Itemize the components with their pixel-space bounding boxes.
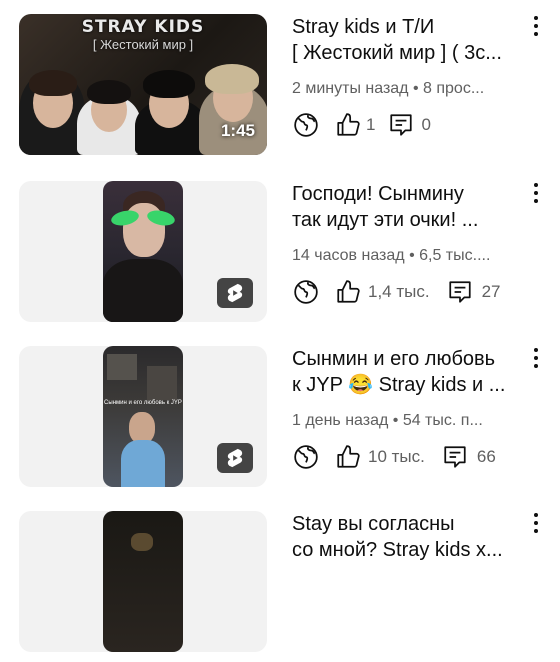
video-item[interactable]: STRAY KIDS [ Жестокий мир ] 1:45 Stray k… [0,0,560,165]
video-title[interactable]: Господи! Сынмину так идут эти очки! ... [292,181,524,233]
thumbnail-title: STRAY KIDS [81,17,205,37]
thumbnail-figure [121,440,165,487]
comment-icon[interactable] [446,278,474,306]
video-meta: 2 минуты назад • 8 прос... [292,80,485,97]
video-meta: 1 день назад • 54 тыс. п... [292,412,483,429]
globe-icon [292,278,320,306]
more-vert-icon[interactable] [528,181,544,205]
like-count: 1,4 тыс. [368,282,430,301]
video-title-line: к JYP 😂 Stray kids и ... [292,374,506,396]
like-count: 10 тыс. [368,447,425,466]
thumbnail-hair [205,64,259,94]
thumbnail-light [131,533,153,551]
shorts-icon [217,443,253,473]
video-title[interactable]: Stay вы согласны со мной? Stray kids х..… [292,511,524,563]
video-meta: 14 часов назад • 6,5 тыс.... [292,247,491,264]
video-title-line: Сынмин и его любовь [292,348,496,370]
thumbnail-building [147,366,177,400]
video-stats: 1,4 тыс. 27 [292,277,501,307]
short-thumbnail[interactable] [19,511,267,652]
thumbs-up-icon[interactable] [334,443,362,471]
thumbnail-subtitle: [ Жестокий мир ] [92,37,194,52]
comment-count: 66 [476,447,496,466]
short-preview [103,511,183,652]
thumbs-up-icon[interactable] [334,111,362,139]
short-item[interactable]: Господи! Сынмину так идут эти очки! ... … [0,167,560,332]
more-vert-icon[interactable] [528,511,544,535]
thumbnail-caption: Сынмин и его любовь к JYP [104,400,182,406]
video-title-line: Stay вы согласны [292,513,455,535]
comment-count: 27 [481,282,501,301]
thumbnail-hair [143,70,195,98]
video-title-line: так идут эти очки! ... [292,209,479,231]
short-thumbnail[interactable] [19,181,267,322]
video-title[interactable]: Stray kids и Т/И [ Жестокий мир ] ( 3с..… [292,14,524,66]
video-title-line: со мной? Stray kids х... [292,539,503,561]
globe-icon [292,111,320,139]
shorts-icon [217,278,253,308]
video-stats: 1 0 [292,110,431,140]
short-item[interactable]: Stay вы согласны со мной? Stray kids х..… [0,497,560,662]
video-stats: 10 тыс. 66 [292,442,496,472]
more-vert-icon[interactable] [528,14,544,38]
thumbnail-building [107,354,137,380]
video-thumbnail[interactable]: STRAY KIDS [ Жестокий мир ] 1:45 [19,14,267,155]
globe-icon [292,443,320,471]
more-vert-icon[interactable] [528,346,544,370]
thumbnail-hair [87,80,131,104]
video-title[interactable]: Сынмин и его любовь к JYP 😂 Stray kids и… [292,346,524,398]
comment-icon[interactable] [387,111,415,139]
thumbnail-hair [29,70,77,96]
short-item[interactable]: Сынмин и его любовь к JYP Сынмин и его л… [0,332,560,497]
short-preview: Сынмин и его любовь к JYP [103,346,183,487]
thumbs-up-icon[interactable] [334,278,362,306]
video-title-line: Господи! Сынмину [292,183,464,205]
video-title-line: Stray kids и Т/И [292,16,435,38]
video-duration: 1:45 [220,121,255,140]
video-title-line: [ Жестокий мир ] ( 3с... [292,42,502,64]
thumbnail-figure [103,259,183,322]
short-thumbnail[interactable]: Сынмин и его любовь к JYP [19,346,267,487]
comment-icon[interactable] [441,443,469,471]
short-preview [103,181,183,322]
like-count: 1 [366,115,376,134]
comment-count: 0 [421,115,431,134]
